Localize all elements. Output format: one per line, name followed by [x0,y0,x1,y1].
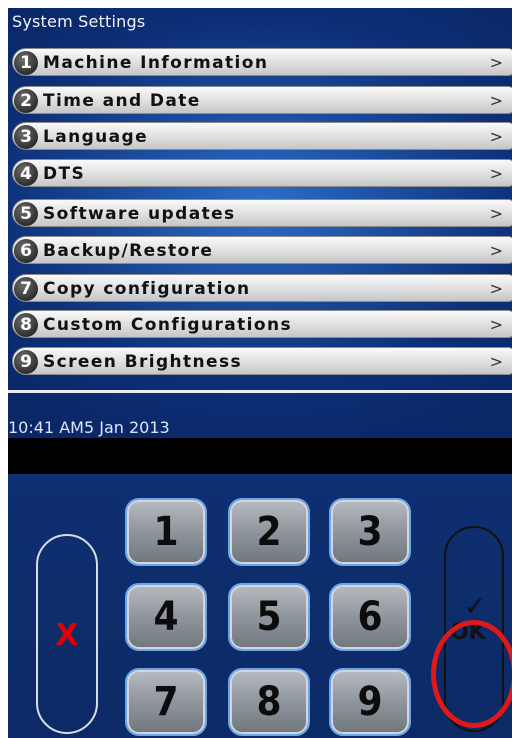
key-label: 4 [153,594,179,640]
menu-item-label: Language [43,127,149,147]
key-label: 5 [256,594,282,640]
divider [8,390,512,393]
key-label: 1 [153,509,179,555]
menu-item-label: Screen Brightness [43,352,243,372]
chevron-right-icon: > [489,241,503,260]
menu-item-backup-restore[interactable]: 6 Backup/Restore > [12,236,512,264]
keypad-key-9[interactable]: 9 [329,668,411,736]
chevron-right-icon: > [489,352,503,371]
number-badge: 6 [14,239,38,263]
number-badge: 9 [14,350,38,374]
key-label: 8 [256,679,282,725]
keypad-key-1[interactable]: 1 [125,498,207,566]
menu-item-software-updates[interactable]: 5 Software updates > [12,199,512,227]
keypad-key-8[interactable]: 8 [228,668,310,736]
keypad-key-4[interactable]: 4 [125,583,207,651]
chevron-right-icon: > [489,279,503,298]
chevron-right-icon: > [489,164,503,183]
number-badge: 1 [14,51,38,75]
menu-item-copy-configuration[interactable]: 7 Copy configuration > [12,274,512,302]
keypad-key-3[interactable]: 3 [329,498,411,566]
menu-item-language[interactable]: 3 Language > [12,122,512,150]
status-datetime: 10:41 AM5 Jan 2013 [8,418,170,437]
chevron-right-icon: > [489,53,503,72]
chevron-right-icon: > [489,204,503,223]
page-title: System Settings [12,12,146,31]
menu-item-machine-information[interactable]: 1 Machine Information > [12,48,512,76]
menu-item-label: Copy configuration [43,279,251,299]
menu-item-label: Custom Configurations [43,315,292,335]
check-icon: ✓ [464,592,486,622]
key-label: 2 [256,509,282,555]
menu-item-time-and-date[interactable]: 2 Time and Date > [12,86,512,114]
status-date: 5 Jan 2013 [83,418,170,437]
key-label: 9 [357,679,383,725]
menu-item-custom-configurations[interactable]: 8 Custom Configurations > [12,310,512,338]
number-badge: 3 [14,125,38,149]
highlight-circle [431,620,512,728]
keypad-key-5[interactable]: 5 [228,583,310,651]
number-badge: 2 [14,89,38,113]
settings-panel: System Settings 1 Machine Information > … [8,8,512,438]
number-badge: 7 [14,277,38,301]
menu-item-screen-brightness[interactable]: 9 Screen Brightness > [12,347,512,375]
number-badge: 4 [14,162,38,186]
number-badge: 5 [14,202,38,226]
keypad-key-7[interactable]: 7 [125,668,207,736]
keypad-key-6[interactable]: 6 [329,583,411,651]
number-badge: 8 [14,313,38,337]
close-icon: X [55,618,79,653]
chevron-right-icon: > [489,91,503,110]
menu-item-label: Machine Information [43,53,269,73]
divider-bar [8,438,512,474]
key-label: 3 [357,509,383,555]
key-label: 7 [153,679,179,725]
menu-item-label: Backup/Restore [43,241,214,261]
keypad-key-2[interactable]: 2 [228,498,310,566]
chevron-right-icon: > [489,315,503,334]
menu-item-dts[interactable]: 4 DTS > [12,159,512,187]
key-label: 6 [357,594,383,640]
menu-item-label: Software updates [43,204,236,224]
menu-item-label: Time and Date [43,91,201,111]
status-time: 10:41 AM [8,418,84,437]
device-screen: System Settings 1 Machine Information > … [8,8,512,738]
menu-item-label: DTS [43,164,86,184]
chevron-right-icon: > [489,127,503,146]
cancel-button[interactable]: X [36,534,98,734]
